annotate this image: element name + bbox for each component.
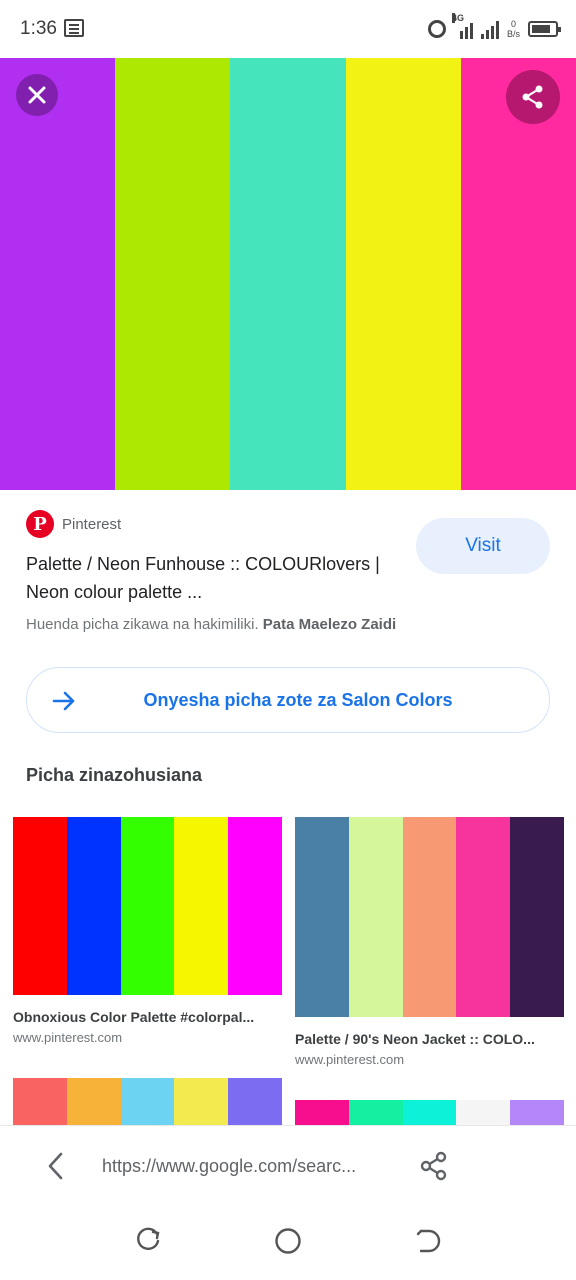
result-title[interactable]: Palette / Neon Funhouse :: COLOURlovers … [26, 550, 406, 606]
swatch-color [295, 817, 349, 1017]
related-card[interactable] [13, 1078, 282, 1126]
bottom-area: https://www.google.com/searc... [0, 1125, 576, 1280]
swatch-color [174, 817, 229, 995]
network-type: 4G [451, 13, 464, 23]
pinterest-logo-icon: P [26, 510, 54, 538]
swatch-color [228, 817, 282, 995]
hero-color-stripe [115, 58, 231, 490]
swatch-color [120, 817, 175, 995]
related-card-domain: www.pinterest.com [295, 1052, 405, 1067]
swatch-color [510, 1100, 564, 1126]
share-icon [420, 1151, 447, 1181]
related-card-image[interactable] [13, 1078, 282, 1126]
swatch-color [348, 1100, 403, 1126]
related-card-image[interactable] [295, 817, 564, 1017]
related-heading: Picha zinazohusiana [26, 765, 203, 785]
learn-more-link[interactable]: Pata Maelezo Zaidi [263, 616, 396, 633]
swatch-color [66, 817, 121, 995]
share-button[interactable] [506, 70, 560, 124]
swatch-color [228, 1078, 282, 1126]
close-button[interactable] [16, 74, 58, 116]
show-all-images-button[interactable]: Onyesha picha zote za Salon Colors [26, 667, 550, 733]
source-row: P Pinterest [26, 510, 121, 538]
chevron-left-icon [48, 1152, 63, 1180]
hero-color-stripe [0, 58, 116, 490]
hero-color-stripe [460, 58, 576, 490]
swatch-color [402, 817, 457, 1017]
swatch-color [295, 1100, 349, 1126]
hero-color-stripe [230, 58, 346, 490]
hero-image[interactable] [0, 58, 576, 490]
status-bar: 1:36 4G 0 B/s [0, 0, 576, 58]
url-text[interactable]: https://www.google.com/searc... [102, 1156, 392, 1177]
status-icons: 4G 0 B/s [427, 13, 561, 42]
signal-icon: 4G [451, 13, 473, 39]
copyright-text: Huenda picha zikawa na hakimiliki. [26, 616, 259, 633]
show-all-images-label: Onyesha picha zote za Salon Colors [143, 689, 453, 710]
swatch-color [456, 817, 511, 1017]
url-bar: https://www.google.com/searc... [0, 1126, 576, 1206]
swatch-color [348, 817, 403, 1017]
share-icon [522, 85, 543, 109]
related-card[interactable] [295, 1100, 564, 1126]
related-card-title: Palette / 90's Neon Jacket :: COLO... [295, 1031, 535, 1047]
swatch-color [174, 1078, 229, 1126]
related-card-domain: www.pinterest.com [13, 1030, 123, 1045]
speed-unit: B/s [506, 29, 520, 39]
related-card-image[interactable] [13, 817, 282, 995]
url-share-button[interactable] [418, 1150, 450, 1187]
swatch-color [120, 1078, 175, 1126]
home-icon[interactable] [273, 1226, 303, 1256]
arrow-right-icon [52, 691, 75, 711]
related-card-title: Obnoxious Color Palette #colorpal... [13, 1009, 255, 1025]
alarm-icon [427, 20, 446, 38]
hero-color-stripe [345, 58, 461, 490]
signal-icon-2 [480, 19, 499, 39]
swatch-color [13, 817, 67, 995]
source-name: Pinterest [62, 515, 122, 533]
battery-icon [528, 21, 561, 37]
status-time: 1:36 [20, 18, 57, 39]
back-button[interactable] [42, 1150, 70, 1182]
related-card[interactable]: Obnoxious Color Palette #colorpal... www… [13, 817, 282, 1045]
close-icon [28, 86, 46, 104]
news-icon [64, 19, 84, 37]
related-card-image[interactable] [295, 1100, 564, 1126]
network-speed: 0 B/s [507, 19, 520, 39]
speed-value: 0 [510, 19, 516, 29]
visit-button[interactable]: Visit [416, 518, 550, 574]
swatch-color [13, 1078, 67, 1126]
swatch-color [456, 1100, 511, 1126]
swatch-color [510, 817, 564, 1017]
copyright-notice: Huenda picha zikawa na hakimiliki. Pata … [26, 616, 396, 633]
recent-apps-icon[interactable] [133, 1226, 163, 1256]
swatch-color [402, 1100, 457, 1126]
swatch-color [66, 1078, 121, 1126]
system-nav-bar [0, 1216, 576, 1276]
related-card[interactable]: Palette / 90's Neon Jacket :: COLO... ww… [295, 817, 564, 1067]
back-nav-icon[interactable] [413, 1226, 443, 1256]
